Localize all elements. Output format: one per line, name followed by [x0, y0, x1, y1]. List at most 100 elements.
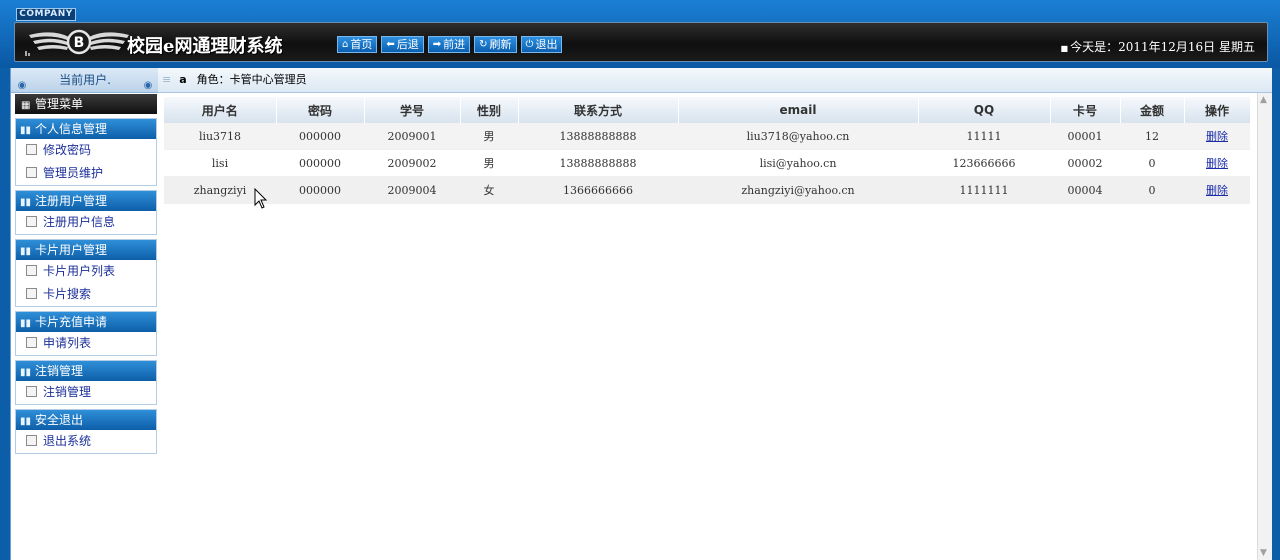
scroll-down-icon[interactable]: ▼	[1260, 548, 1267, 558]
refresh-icon: ↻	[479, 39, 488, 50]
document-icon	[26, 386, 37, 397]
sidebar: ◉ 当前用户. ◉ ▦ 管理菜单 ▮▮ 个人信息管理 修改密码 管理员维护 ▮▮ 注册…	[10, 68, 159, 560]
col-header-gender[interactable]: 性别	[460, 97, 519, 123]
cell-password: 000000	[276, 123, 364, 150]
menu-item-label: 申请列表	[43, 336, 92, 350]
menu-item-application-list[interactable]: 申请列表	[16, 332, 156, 355]
cell-gender: 男	[460, 123, 518, 150]
cell-password: 000000	[276, 176, 364, 204]
bullet-icon: ■	[1060, 44, 1069, 53]
menu-group-card-users: ▮▮ 卡片用户管理 卡片用户列表 卡片搜索	[15, 239, 157, 307]
cell-gender: 女	[460, 176, 518, 204]
document-icon	[26, 144, 37, 155]
cell-qq: 1111111	[918, 176, 1050, 204]
cell-student-id: 2009001	[364, 123, 460, 150]
home-button[interactable]: ⌂ 首页	[337, 36, 378, 53]
col-header-username[interactable]: 用户名	[164, 97, 277, 123]
power-icon: ⏻	[525, 39, 534, 50]
menu-group-title: 卡片充值申请	[35, 315, 108, 329]
logout-button[interactable]: ⏻ 退出	[520, 36, 563, 53]
home-label: 首页	[350, 38, 373, 51]
col-header-contact[interactable]: 联系方式	[518, 97, 679, 123]
table-row: zhangziyi 000000 2009004 女 1366666666 zh…	[164, 176, 1250, 204]
menu-group-personal: ▮▮ 个人信息管理 修改密码 管理员维护	[15, 118, 157, 186]
col-header-card-no[interactable]: 卡号	[1050, 97, 1121, 123]
forward-button[interactable]: ➡ 前进	[427, 36, 471, 53]
scroll-up-icon[interactable]: ▲	[1260, 95, 1267, 105]
book-icon: ▮▮	[20, 367, 32, 378]
current-user-label: 当前用户.	[59, 73, 111, 87]
menu-item-label: 注销管理	[43, 385, 92, 399]
table-row: lisi 000000 2009002 男 13888888888 lisi@y…	[164, 149, 1250, 177]
col-header-qq[interactable]: QQ	[918, 97, 1051, 123]
document-icon	[26, 216, 37, 227]
forward-label: 前进	[443, 38, 466, 51]
delete-link[interactable]: 删除	[1206, 157, 1228, 170]
col-header-action[interactable]: 操作	[1184, 97, 1251, 123]
book-icon: ▮▮	[20, 318, 32, 329]
document-icon	[26, 288, 37, 299]
cell-contact: 13888888888	[518, 149, 678, 177]
cell-password: 000000	[276, 149, 364, 177]
document-icon	[26, 435, 37, 446]
delete-link[interactable]: 删除	[1206, 184, 1228, 197]
menu-group-header[interactable]: ▮▮ 卡片充值申请	[16, 312, 156, 332]
menu-item-change-password[interactable]: 修改密码	[16, 139, 156, 162]
cell-action: 删除	[1184, 176, 1250, 204]
refresh-button[interactable]: ↻ 刷新	[474, 36, 517, 53]
cell-action: 删除	[1184, 123, 1250, 150]
main-content: 用户名 密码 学号 性别 联系方式 email QQ 卡号 金额 操作 liu3…	[158, 93, 1272, 560]
menu-group-title: 注册用户管理	[35, 194, 108, 208]
menu-group-header[interactable]: ▮▮ 注销管理	[16, 361, 156, 381]
top-nav: ⌂ 首页 ⬅ 后退 ➡ 前进 ↻ 刷新 ⏻ 退出	[337, 36, 563, 53]
menu-group-title: 个人信息管理	[35, 122, 108, 136]
current-user-bar: ◉ 当前用户. ◉	[11, 68, 159, 93]
ring-left-icon: ◉	[17, 80, 27, 91]
back-icon: ⬅	[386, 39, 395, 50]
menu-item-label: 注册用户信息	[43, 215, 116, 229]
back-label: 后退	[396, 38, 419, 51]
menu-item-card-search[interactable]: 卡片搜索	[16, 283, 156, 306]
menu-item-label: 管理员维护	[43, 166, 104, 180]
menu-item-registered-user-info[interactable]: 注册用户信息	[16, 211, 156, 234]
book-icon: ▮▮	[20, 246, 32, 257]
col-header-amount[interactable]: 金额	[1120, 97, 1185, 123]
cell-amount: 0	[1120, 149, 1184, 177]
col-header-password[interactable]: 密码	[276, 97, 365, 123]
book-icon: ▮▮	[20, 416, 32, 427]
ring-right-icon: ◉	[143, 80, 153, 91]
menu-group-header[interactable]: ▮▮ 个人信息管理	[16, 119, 156, 139]
user-table: 用户名 密码 学号 性别 联系方式 email QQ 卡号 金额 操作 liu3…	[164, 97, 1251, 204]
menu-title: 管理菜单	[35, 97, 84, 111]
cell-qq: 11111	[918, 123, 1050, 150]
title-bar: B 校园e网通理财系统 ⌂ 首页 ⬅ 后退 ➡ 前进 ↻ 刷新 ⏻ 退出 ■ 今…	[14, 22, 1268, 62]
header: COMPANY B 校园e网通理财系统 ⌂ 首页 ⬅ 后退 ➡ 前进 ↻ 刷新 …	[0, 0, 1280, 68]
mouse-cursor-icon	[254, 188, 268, 209]
col-header-email[interactable]: email	[678, 97, 919, 123]
cell-email: lisi@yahoo.cn	[678, 149, 918, 177]
breadcrumb-role: 角色：卡管中心管理员	[196, 73, 307, 86]
winged-logo-icon: B	[25, 29, 129, 56]
home-icon: ⌂	[342, 39, 349, 50]
menu-item-exit-system[interactable]: 退出系统	[16, 430, 156, 453]
menu-item-label: 修改密码	[43, 143, 92, 157]
company-badge: COMPANY	[16, 8, 76, 21]
back-button[interactable]: ⬅ 后退	[381, 36, 424, 53]
cell-username: lisi	[164, 149, 276, 177]
menu-item-admin-maintain[interactable]: 管理员维护	[16, 162, 156, 185]
document-icon	[26, 265, 37, 276]
svg-text:B: B	[74, 35, 85, 51]
book-icon: ▮▮	[20, 197, 32, 208]
menu-item-card-user-list[interactable]: 卡片用户列表	[16, 260, 156, 283]
menu-group-header[interactable]: ▮▮ 卡片用户管理	[16, 240, 156, 260]
vertical-scrollbar[interactable]: ▲ ▼	[1257, 93, 1272, 560]
menu-group-header[interactable]: ▮▮ 注册用户管理	[16, 191, 156, 211]
col-header-student-id[interactable]: 学号	[364, 97, 461, 123]
cell-amount: 12	[1120, 123, 1184, 150]
list-lines-icon: ≡	[162, 73, 172, 86]
menu-group-header[interactable]: ▮▮ 安全退出	[16, 410, 156, 430]
menu-item-cancellation[interactable]: 注销管理	[16, 381, 156, 404]
cell-amount: 0	[1120, 176, 1184, 204]
menu-group-title: 卡片用户管理	[35, 243, 108, 257]
delete-link[interactable]: 删除	[1206, 130, 1228, 143]
